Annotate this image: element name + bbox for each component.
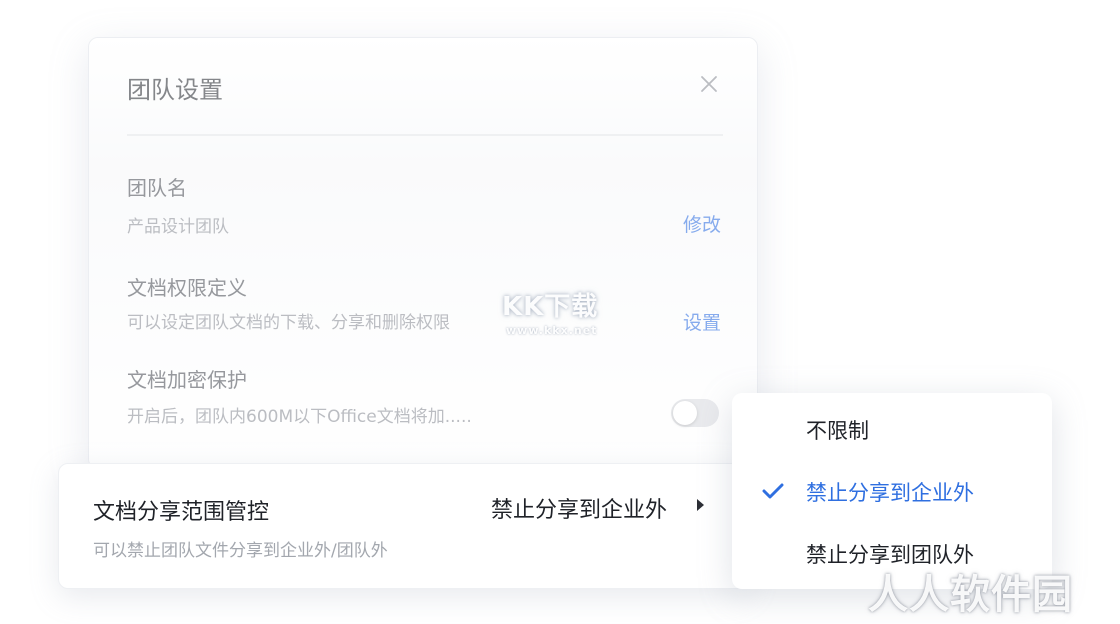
caret-right-icon[interactable] <box>697 499 704 511</box>
share-scope-select[interactable]: 禁止分享到企业外 <box>491 492 667 524</box>
team-settings-dialog: 团队设置 团队名 产品设计团队 修改 文档权限定义 可以设定团队文档的下载、分享… <box>88 37 758 469</box>
option-no-limit[interactable]: 不限制 <box>806 415 869 445</box>
dialog-fade-overlay <box>89 38 757 468</box>
share-scope-desc: 可以禁止团队文件分享到企业外/团队外 <box>93 541 388 561</box>
share-scope-card: 文档分享范围管控 可以禁止团队文件分享到企业外/团队外 禁止分享到企业外 <box>58 463 750 589</box>
share-scope-title: 文档分享范围管控 <box>93 500 270 525</box>
screenshot-stage: 团队设置 团队名 产品设计团队 修改 文档权限定义 可以设定团队文档的下载、分享… <box>0 0 1120 624</box>
option-block-external[interactable]: 禁止分享到企业外 <box>806 477 974 507</box>
share-scope-dropdown: 不限制 禁止分享到企业外 禁止分享到团队外 <box>732 393 1052 589</box>
check-icon <box>762 483 784 499</box>
option-block-outside-team[interactable]: 禁止分享到团队外 <box>806 539 974 569</box>
